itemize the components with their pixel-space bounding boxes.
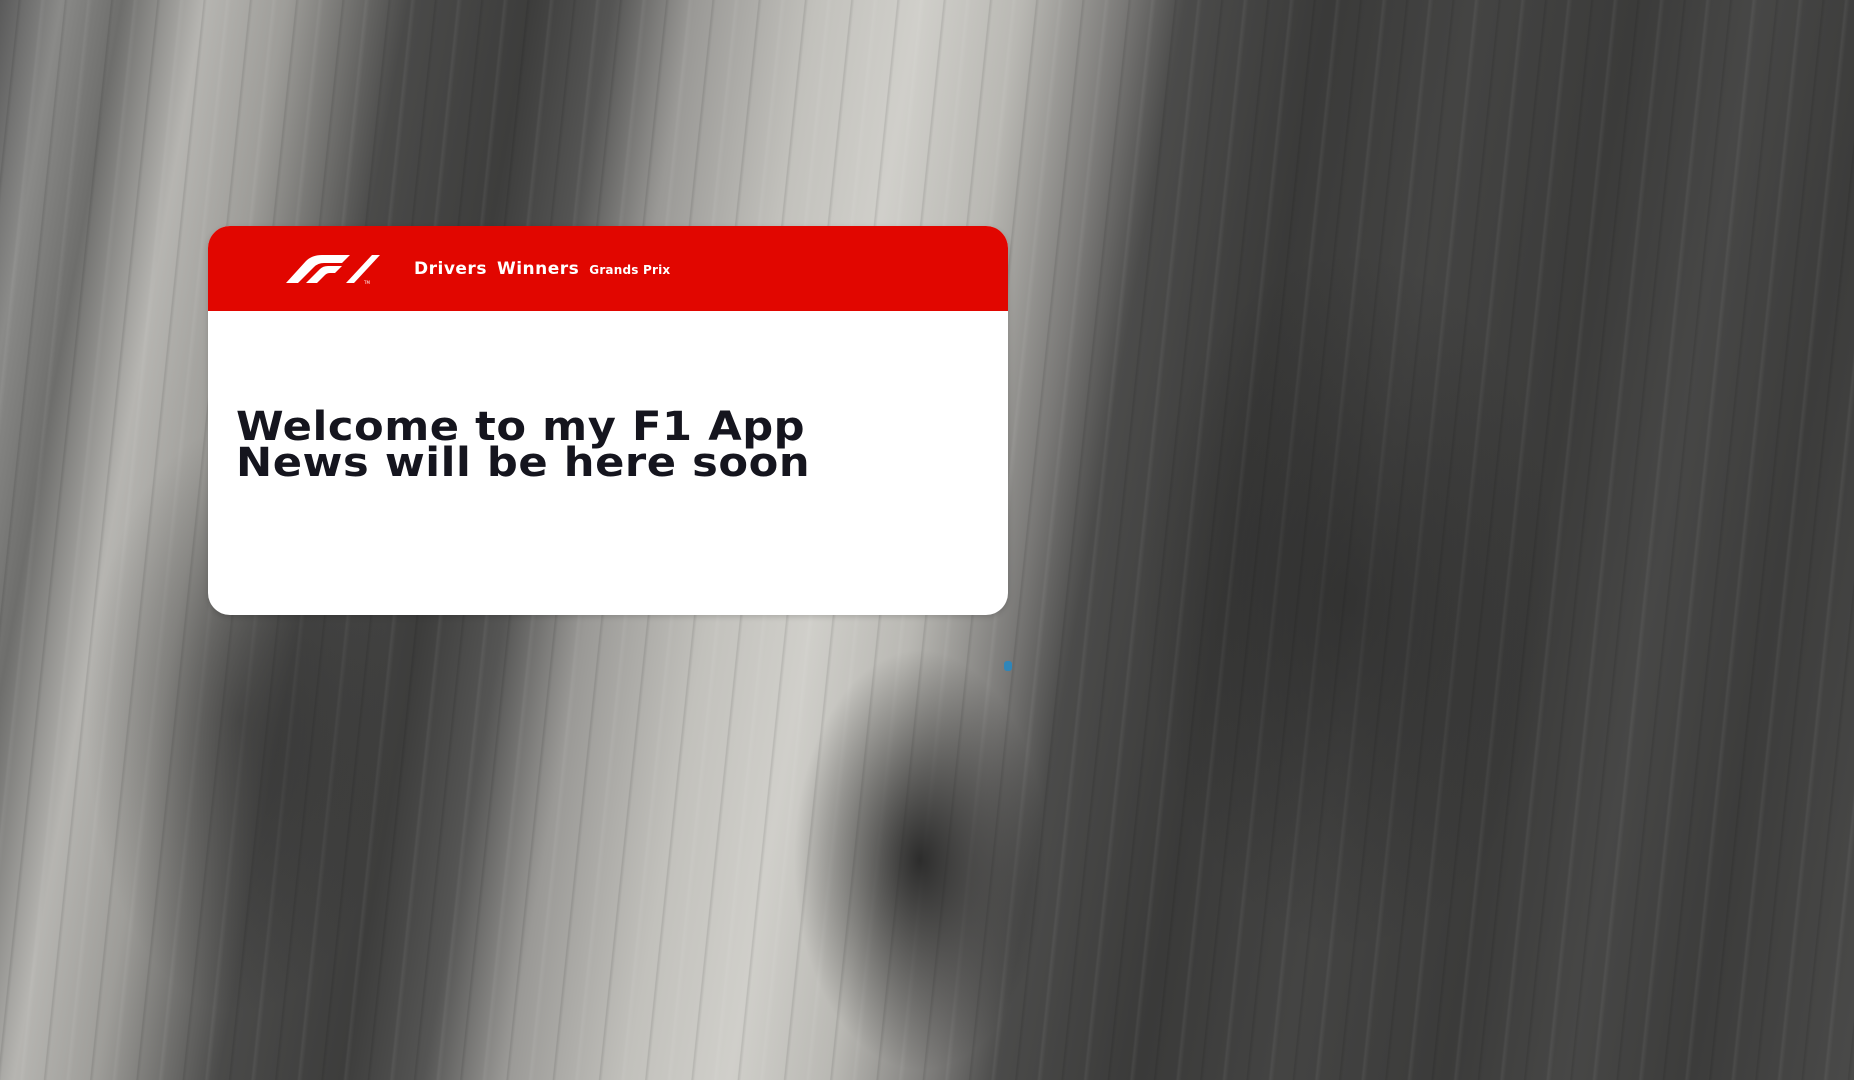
climber-figure [1004, 661, 1012, 671]
f1-logo-icon[interactable]: TM [284, 253, 380, 285]
svg-text:TM: TM [363, 280, 370, 285]
nav-link-grands-prix[interactable]: Grands Prix [589, 263, 670, 277]
top-nav-bar: TM Drivers Winners Grands Prix [208, 226, 1008, 311]
main-nav: Drivers Winners Grands Prix [414, 259, 670, 279]
welcome-headline: Welcome to my F1 App News will be here s… [236, 311, 1008, 486]
headline-line-2: News will be here soon [236, 440, 811, 486]
welcome-card: TM Drivers Winners Grands Prix Welcome t… [208, 226, 1008, 615]
nav-link-drivers[interactable]: Drivers [414, 259, 487, 279]
nav-link-winners[interactable]: Winners [497, 259, 579, 279]
card-body: Welcome to my F1 App News will be here s… [208, 311, 1008, 486]
